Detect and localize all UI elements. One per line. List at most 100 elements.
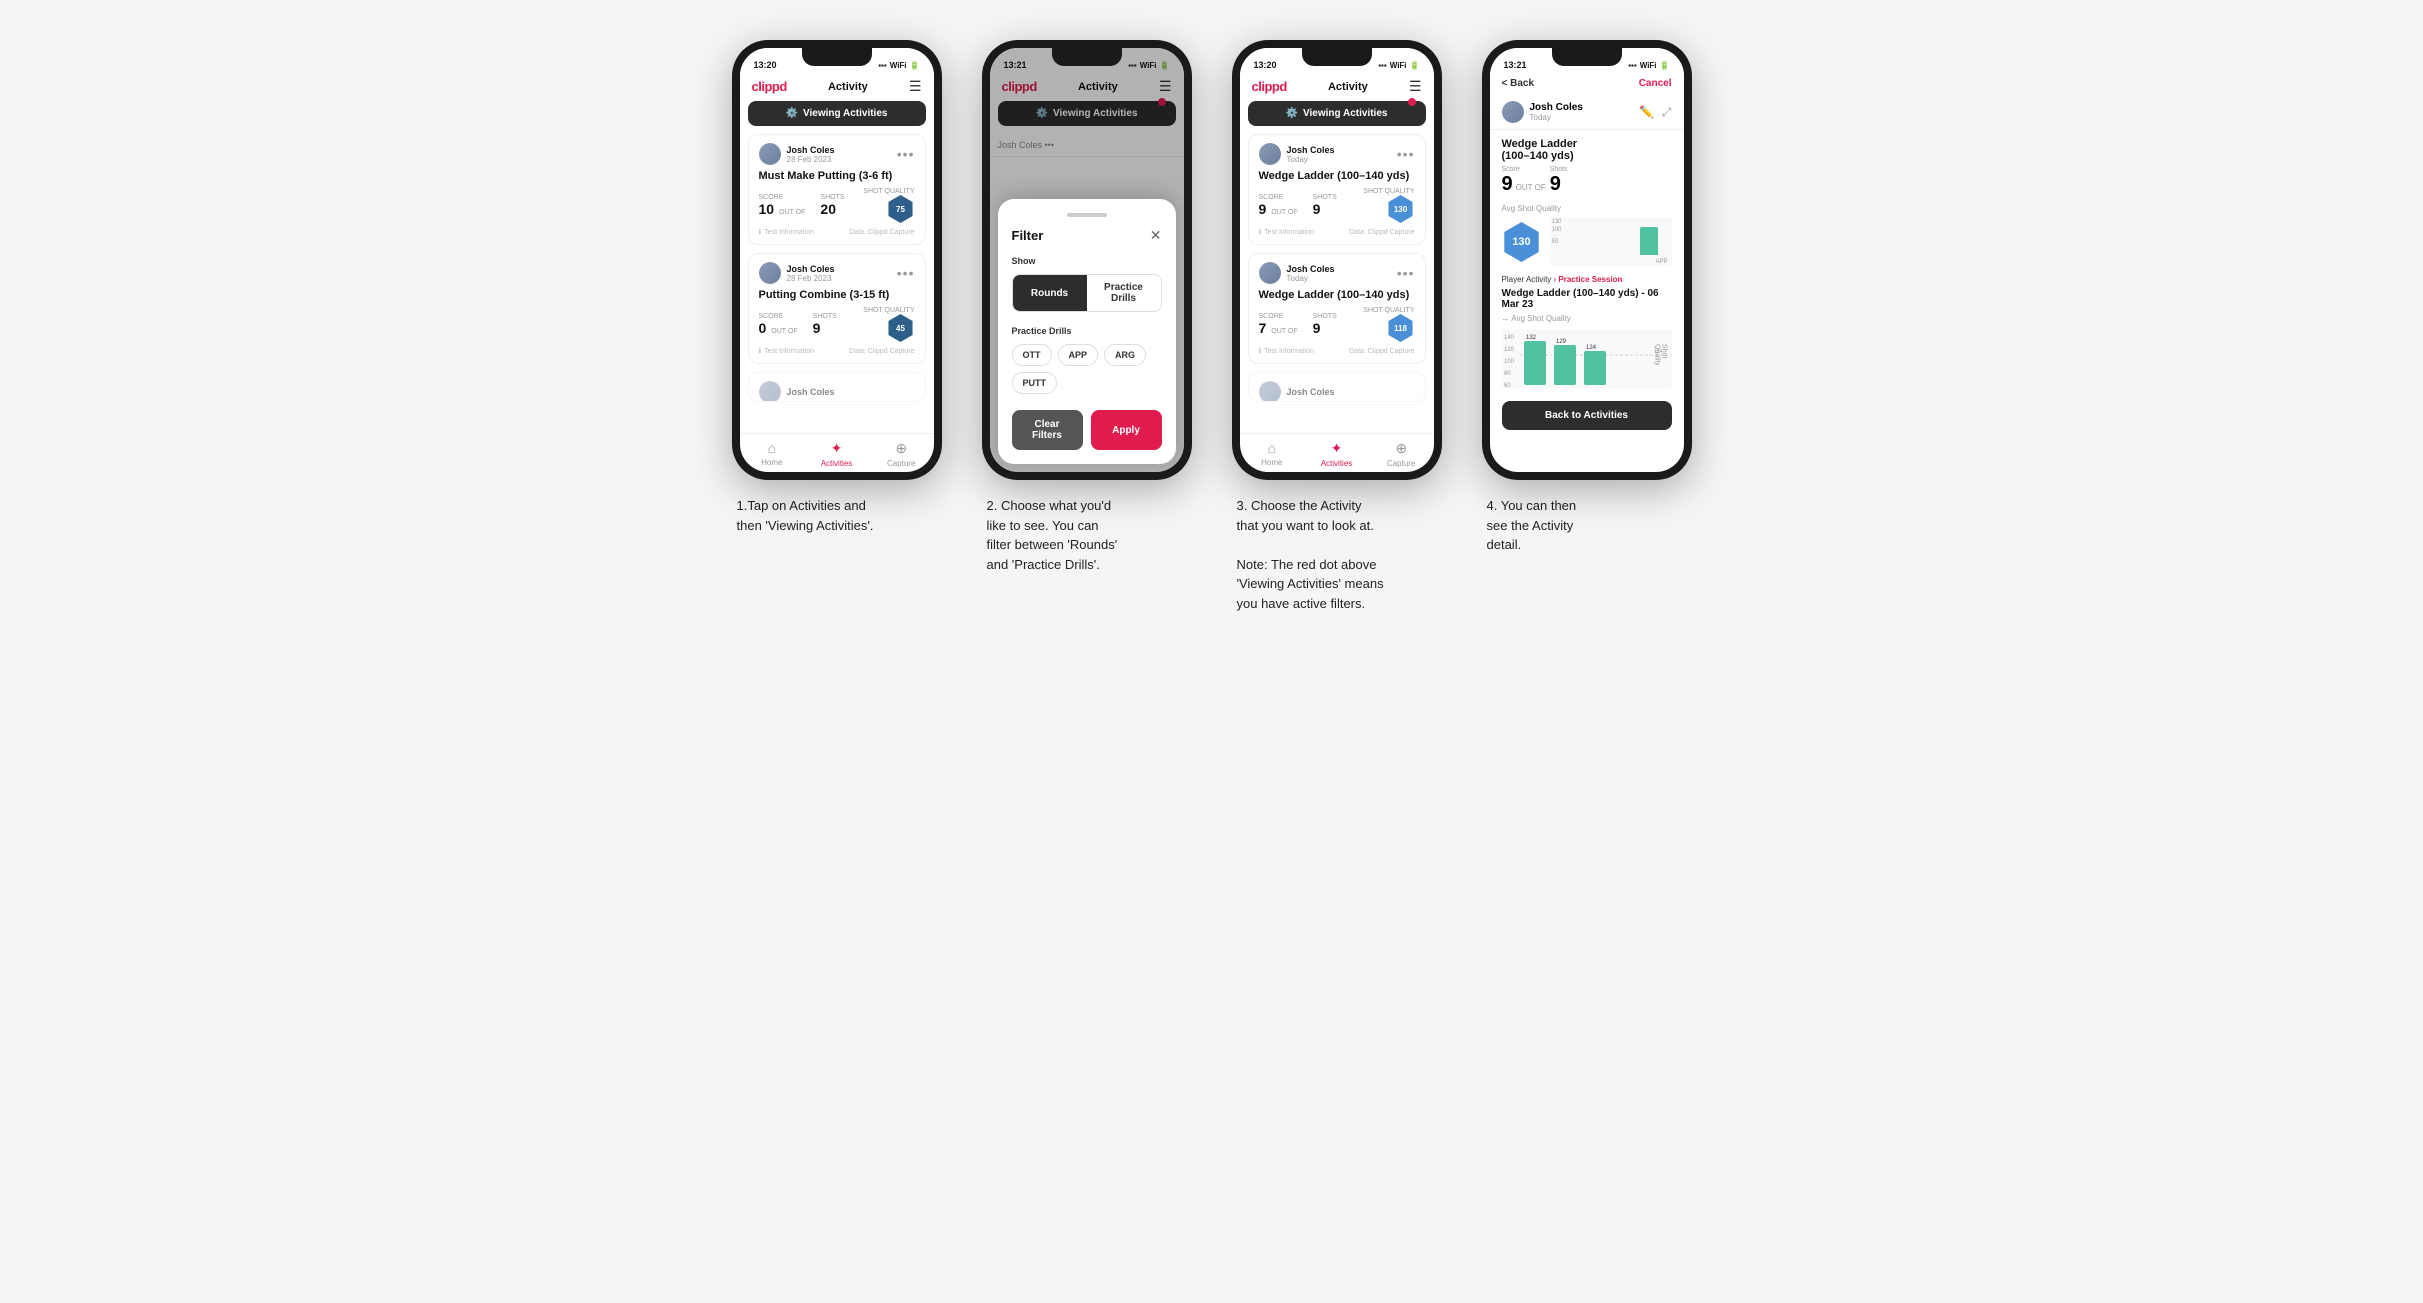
- chip-ott[interactable]: OTT: [1012, 344, 1052, 366]
- svg-text:80: 80: [1504, 371, 1511, 377]
- card-stats-1-2: Score 0 OUT OF Shots 9: [759, 307, 915, 342]
- footer-info-right-1-1: Data: Clippd Capture: [849, 228, 914, 236]
- filter-practice-drills-button[interactable]: Practice Drills: [1087, 275, 1161, 311]
- stat-score-1-1: Score 10 OUT OF: [759, 194, 809, 217]
- phone-3-container: 13:20 ▪▪▪ WiFi 🔋 clippd Activity ☰ ⚙️ Vi…: [1227, 40, 1447, 613]
- phone-notch-3: [1302, 48, 1372, 66]
- score-row-1-1: 10 OUT OF: [759, 201, 809, 217]
- filter-rounds-button[interactable]: Rounds: [1013, 275, 1087, 311]
- detail-drill-name-4: Wedge Ladder(100–140 yds): [1502, 138, 1602, 162]
- card-footer-1-1: ℹ Test Information Data: Clippd Capture: [759, 228, 915, 236]
- stat-shots-1-1: Shots 20: [820, 194, 844, 217]
- avatar-4: [1502, 101, 1524, 123]
- viewing-banner-text-1: Viewing Activities: [803, 108, 887, 119]
- phone-3: 13:20 ▪▪▪ WiFi 🔋 clippd Activity ☰ ⚙️ Vi…: [1232, 40, 1442, 480]
- svg-text:132: 132: [1526, 335, 1537, 341]
- filter-title: Filter: [1012, 228, 1044, 243]
- viewing-banner-1[interactable]: ⚙️ Viewing Activities: [748, 101, 926, 126]
- avatar-1-1: [759, 143, 781, 165]
- user-info-1-2: Josh Coles 28 Feb 2023: [787, 264, 835, 283]
- caption-2: 2. Choose what you'd like to see. You ca…: [987, 496, 1187, 574]
- bottom-nav-activities-1[interactable]: ✦ Activities: [804, 440, 869, 468]
- nav-title-1: Activity: [828, 81, 868, 93]
- clear-filters-button[interactable]: Clear Filters: [1012, 410, 1083, 450]
- cancel-button-4[interactable]: Cancel: [1639, 78, 1672, 89]
- phone-2-screen: 13:21 ▪▪▪ WiFi 🔋 clippd Activity ☰: [990, 48, 1184, 472]
- filter-close-button[interactable]: ✕: [1150, 227, 1162, 244]
- user-name-1-1: Josh Coles: [787, 145, 835, 155]
- wifi-icon-1: WiFi: [890, 61, 907, 70]
- expand-icon-4[interactable]: ⤢: [1662, 105, 1672, 120]
- filter-top: Filter ✕: [1012, 227, 1162, 244]
- bottom-nav-capture-3[interactable]: ⊕ Capture: [1369, 440, 1434, 468]
- score-label-1-1: Score: [759, 194, 809, 201]
- svg-text:120: 120: [1504, 347, 1515, 353]
- filter-toggle-row: Rounds Practice Drills: [1012, 274, 1162, 312]
- avg-sq-section-4: 130 APP 130 100 50: [1502, 217, 1672, 267]
- svg-text:140: 140: [1504, 335, 1515, 341]
- phone-4: 13:21 ▪▪▪ WiFi 🔋 < Back Cancel Jos: [1482, 40, 1692, 480]
- card-user-1-2: Josh Coles 28 Feb 2023: [759, 262, 835, 284]
- bottom-nav-home-3[interactable]: ⌂ Home: [1240, 440, 1305, 468]
- card-dots-1-2[interactable]: •••: [897, 265, 915, 281]
- chip-app[interactable]: APP: [1058, 344, 1099, 366]
- user-date-1-2: 28 Feb 2023: [787, 274, 835, 283]
- viewing-banner-3[interactable]: ⚙️ Viewing Activities: [1248, 101, 1426, 126]
- activity-card-1-3[interactable]: Josh Coles: [748, 372, 926, 402]
- sq-hex-1-2: 45: [887, 314, 915, 342]
- menu-icon-1[interactable]: ☰: [909, 78, 922, 95]
- bottom-nav-capture-1[interactable]: ⊕ Capture: [869, 440, 934, 468]
- detail-icons-4: ✏️ ⤢: [1639, 105, 1672, 120]
- detail-user-info-4: Josh Coles Today: [1530, 102, 1583, 122]
- drag-handle: [1067, 213, 1107, 217]
- detail-drill-row-4: Wedge Ladder(100–140 yds) Score 9 OUT OF: [1502, 138, 1672, 196]
- back-to-activities-button-4[interactable]: Back to Activities: [1502, 401, 1672, 430]
- session-title-4: Wedge Ladder (100–140 yds) - 06 Mar 23: [1502, 288, 1672, 310]
- phones-row: 13:20 ▪▪▪ WiFi 🔋 clippd Activity ☰ ⚙️ Vi…: [727, 40, 1697, 613]
- activity-card-1-2[interactable]: Josh Coles 28 Feb 2023 ••• Putting Combi…: [748, 253, 926, 364]
- card-title-1-2: Putting Combine (3-15 ft): [759, 289, 915, 301]
- svg-text:124: 124: [1586, 345, 1597, 351]
- phone-2-container: 13:21 ▪▪▪ WiFi 🔋 clippd Activity ☰: [977, 40, 1197, 574]
- user-date-1-1: 28 Feb 2023: [787, 155, 835, 164]
- svg-text:60: 60: [1504, 383, 1511, 389]
- stat-score-1-2: Score 0 OUT OF: [759, 313, 801, 336]
- user-name-1-2: Josh Coles: [787, 264, 835, 274]
- activity-card-3-2[interactable]: Josh Coles Today ••• Wedge Ladder (100–1…: [1248, 253, 1426, 364]
- chip-arg[interactable]: ARG: [1104, 344, 1146, 366]
- footer-info-left-1-1: ℹ Test Information: [759, 228, 814, 236]
- back-button-4[interactable]: < Back: [1502, 78, 1535, 89]
- edit-icon-4[interactable]: ✏️: [1639, 105, 1654, 120]
- card-dots-1-1[interactable]: •••: [897, 146, 915, 162]
- bottom-nav-home-1[interactable]: ⌂ Home: [740, 440, 805, 468]
- home-icon-1: ⌂: [768, 440, 776, 456]
- shots-val-1-1: 20: [820, 201, 844, 217]
- detail-user-row-4: Josh Coles Today ✏️ ⤢: [1490, 95, 1684, 130]
- phone-1-screen: 13:20 ▪▪▪ WiFi 🔋 clippd Activity ☰ ⚙️ Vi…: [740, 48, 934, 472]
- activities-label-1: Activities: [821, 459, 853, 468]
- nav-title-3: Activity: [1328, 81, 1368, 93]
- menu-icon-3[interactable]: ☰: [1409, 78, 1422, 95]
- phone-1: 13:20 ▪▪▪ WiFi 🔋 clippd Activity ☰ ⚙️ Vi…: [732, 40, 942, 480]
- activity-card-3-3[interactable]: Josh Coles: [1248, 372, 1426, 402]
- caption-4: 4. You can then see the Activity detail.: [1487, 496, 1687, 555]
- filter-modal: Filter ✕ Show Rounds Practice Drills Pra…: [998, 199, 1176, 464]
- svg-text:129: 129: [1556, 339, 1567, 345]
- score-val-1-1: 10: [759, 201, 775, 217]
- card-stats-1-1: Score 10 OUT OF Shots 20: [759, 188, 915, 223]
- player-activity-label-4: Player Activity › Practice Session: [1502, 275, 1672, 284]
- caption-3: 3. Choose the Activity that you want to …: [1237, 496, 1437, 613]
- card-header-1-1: Josh Coles 28 Feb 2023 •••: [759, 143, 915, 165]
- signal-icon-1: ▪▪▪: [878, 61, 887, 70]
- phone-notch-1: [802, 48, 872, 66]
- phone-2-inner: 13:21 ▪▪▪ WiFi 🔋 clippd Activity ☰: [990, 48, 1184, 472]
- stat-sq-1-1: Shot Quality 75: [863, 188, 914, 223]
- bottom-nav-1: ⌂ Home ✦ Activities ⊕ Capture: [740, 433, 934, 472]
- apply-button[interactable]: Apply: [1091, 410, 1162, 450]
- phone-4-container: 13:21 ▪▪▪ WiFi 🔋 < Back Cancel Jos: [1477, 40, 1697, 555]
- chip-putt[interactable]: PUTT: [1012, 372, 1058, 394]
- activity-card-1-1[interactable]: Josh Coles 28 Feb 2023 ••• Must Make Put…: [748, 134, 926, 245]
- activity-card-3-1[interactable]: Josh Coles Today ••• Wedge Ladder (100–1…: [1248, 134, 1426, 245]
- session-subtitle-4: ↔ Avg Shot Quality: [1502, 314, 1672, 323]
- bottom-nav-activities-3[interactable]: ✦ Activities: [1304, 440, 1369, 468]
